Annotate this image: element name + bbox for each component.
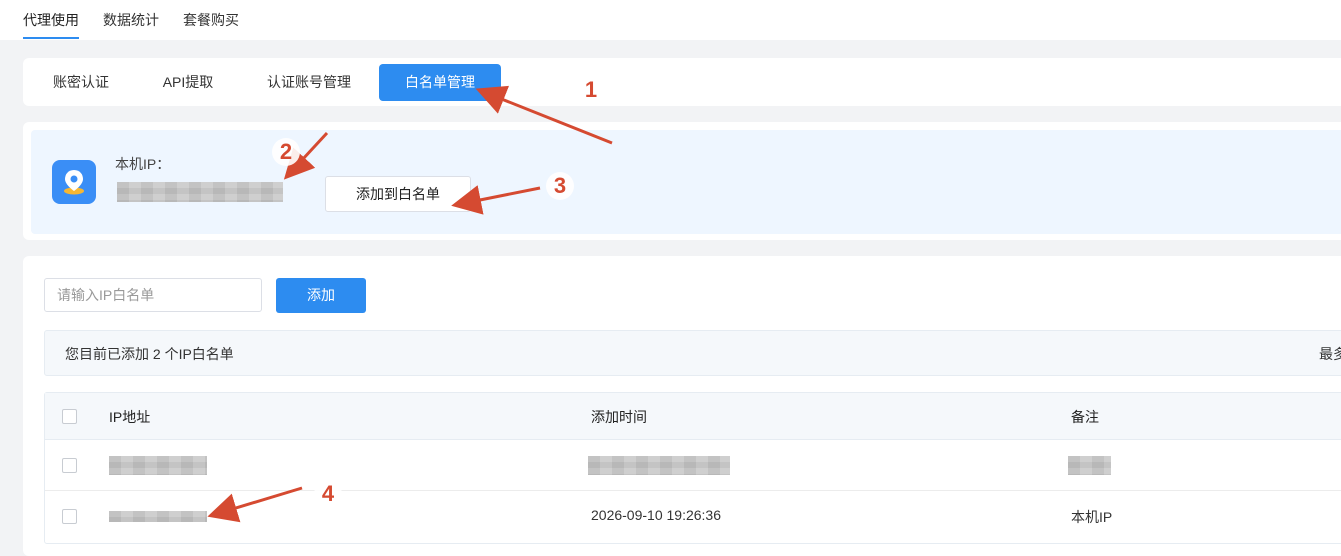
ip-whitelist-input[interactable] [44, 278, 262, 312]
active-tab-underline [23, 37, 79, 39]
top-nav: 代理使用 数据统计 套餐购买 [0, 0, 1341, 40]
tab-account-auth[interactable]: 账密认证 [33, 58, 129, 106]
tab-whitelist-manage[interactable]: 白名单管理 [379, 64, 501, 101]
column-header-remark: 备注 [1071, 409, 1099, 425]
local-ip-label: 本机IP： [115, 156, 171, 172]
local-ip-card: 本机IP： 添加到白名单 [23, 122, 1341, 240]
annotation-number-4: 4 [314, 480, 342, 508]
add-ip-button[interactable]: 添加 [276, 278, 366, 313]
tab-auth-account-manage[interactable]: 认证账号管理 [251, 58, 367, 106]
row-checkbox[interactable] [62, 458, 77, 473]
table-header: IP地址 添加时间 备注 [45, 393, 1341, 440]
select-all-checkbox[interactable] [62, 409, 77, 424]
remark-cell: 本机IP [1071, 509, 1113, 525]
table-row [45, 440, 1341, 491]
add-to-whitelist-button[interactable]: 添加到白名单 [325, 176, 471, 212]
remark-cell-redacted [1068, 456, 1111, 475]
annotation-number-1: 1 [577, 76, 605, 104]
table-row: 2026-09-10 19:26:36 本机IP [45, 491, 1341, 541]
row-checkbox[interactable] [62, 509, 77, 524]
column-header-time: 添加时间 [591, 409, 647, 425]
location-pin-icon [52, 160, 96, 204]
annotation-number-3: 3 [546, 172, 574, 200]
whitelist-panel: 添加 您目前已添加 2 个IP白名单 最多 IP地址 添加时间 备注 2026-… [23, 256, 1341, 556]
local-ip-value-redacted [117, 182, 283, 202]
whitelist-count-text: 您目前已添加 2 个IP白名单 [65, 346, 234, 362]
whitelist-count-notice: 您目前已添加 2 个IP白名单 最多 [44, 330, 1341, 376]
top-tab-data-stats[interactable]: 数据统计 [103, 10, 159, 30]
tab-api-extract[interactable]: API提取 [143, 58, 233, 106]
top-tab-proxy-usage[interactable]: 代理使用 [23, 10, 79, 30]
whitelist-table: IP地址 添加时间 备注 2026-09-10 19:26:36 本机IP [44, 392, 1341, 544]
ip-cell-redacted [109, 511, 207, 522]
column-header-ip: IP地址 [109, 409, 151, 425]
time-cell-redacted [588, 456, 730, 475]
top-tab-package-purchase[interactable]: 套餐购买 [183, 10, 239, 30]
ip-cell-redacted [109, 456, 207, 475]
local-ip-panel: 本机IP： 添加到白名单 [31, 130, 1341, 234]
annotation-number-2: 2 [272, 138, 300, 166]
time-cell: 2026-09-10 19:26:36 [591, 507, 721, 523]
whitelist-limit-text: 最多 [1319, 346, 1341, 362]
sub-tab-bar: 账密认证 API提取 认证账号管理 白名单管理 [23, 58, 1341, 106]
